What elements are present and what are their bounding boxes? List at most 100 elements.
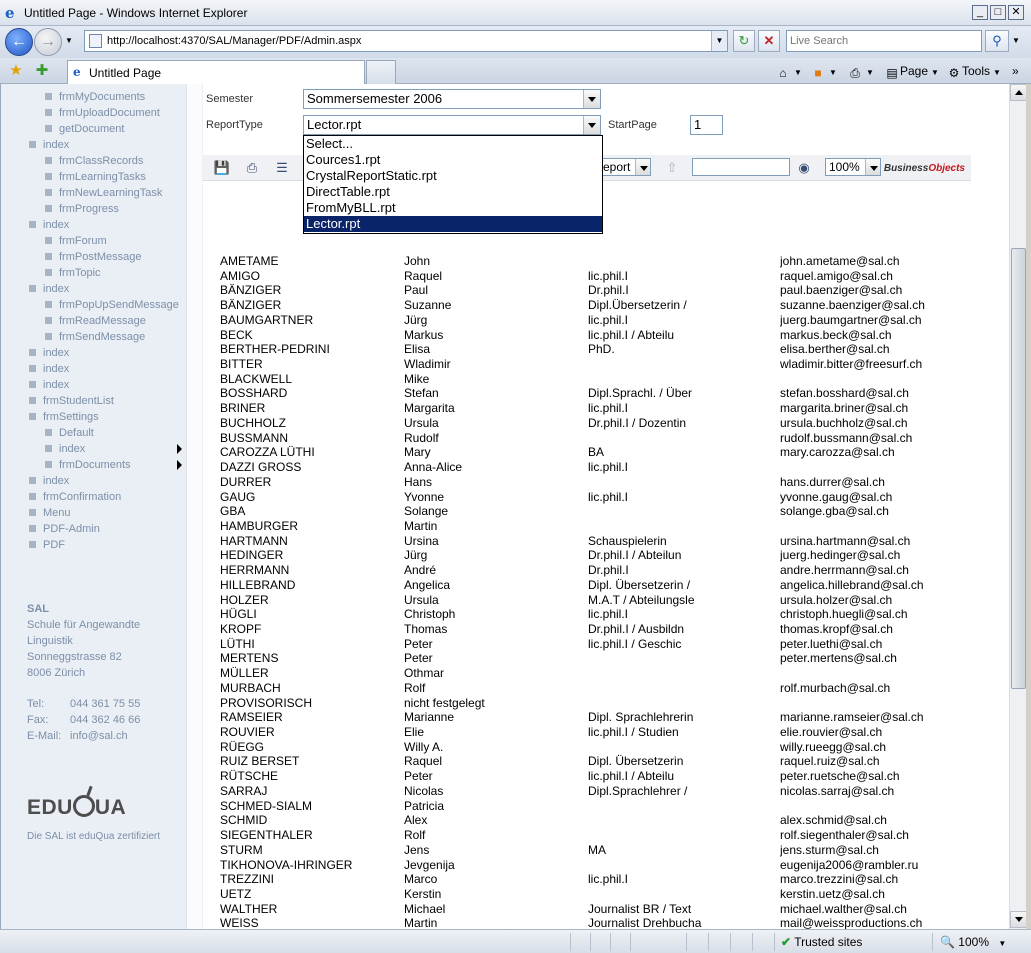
sidebar-item[interactable]: frmNewLearningTask [45,186,162,200]
search-input[interactable] [790,32,980,50]
sidebar-item-label: frmClassRecords [59,155,144,167]
chevron-down-icon[interactable] [583,90,600,108]
minimize-button[interactable]: _ [972,5,988,20]
scroll-up-icon[interactable] [1010,84,1027,101]
sidebar-item[interactable]: getDocument [45,122,124,136]
firstname-cell: Yvonne [404,489,445,504]
forward-button[interactable]: → [34,28,62,56]
logo-text-left: EDU [27,796,73,819]
submenu-arrow-icon[interactable] [177,444,182,454]
title-cell: Dr.phil.I / Ausbildn [588,622,685,636]
group-tree-icon[interactable]: ☰ [273,159,291,177]
reporttype-option[interactable]: Cources1.rpt [304,152,602,168]
email-cell: michael.walther@sal.ch [780,901,907,916]
firstname-cell: Martin [404,916,438,929]
sidebar-item[interactable]: index [29,362,69,376]
sidebar-item[interactable]: PDF-Admin [29,522,100,536]
zoom-control[interactable]: 🔍 100% ▼ [940,933,1006,953]
reporttype-option[interactable]: DirectTable.rpt [304,184,602,200]
group-select[interactable]: eport [599,158,651,176]
sidebar-item[interactable]: frmMyDocuments [45,90,145,104]
sidebar-item[interactable]: PDF [29,538,65,552]
tools-menu[interactable]: ⚙ Tools ▼ [946,62,1001,80]
binoculars-icon[interactable]: ◉ [795,159,813,177]
security-zone[interactable]: ✔ Trusted sites [781,933,862,951]
tab-untitled-page[interactable]: e Untitled Page [67,60,365,84]
sidebar-item[interactable]: frmTopic [45,266,101,280]
add-favorite-icon[interactable]: ✚ [32,61,52,81]
sidebar-item[interactable]: frmClassRecords [45,154,144,168]
back-button[interactable]: ← [5,28,33,56]
sidebar-item[interactable]: frmUploadDocument [45,106,160,120]
sidebar-item[interactable]: frmDocuments [45,458,131,472]
export-icon[interactable]: 💾 [213,159,231,177]
sidebar-item[interactable]: index [29,282,69,296]
sidebar-item[interactable]: frmStudentList [29,394,114,408]
stop-icon[interactable]: ✕ [758,30,780,52]
reporttype-option[interactable]: Lector.rpt [304,216,602,232]
maximize-button[interactable]: □ [990,5,1006,20]
reporttype-option[interactable]: Select... [304,136,602,152]
startpage-input[interactable]: 1 [690,115,723,135]
find-text-input[interactable] [692,158,790,176]
home-button[interactable]: ⌂ ▼ [775,62,802,80]
print-report-icon[interactable]: ⎙ [243,159,261,177]
close-button[interactable]: ✕ [1008,5,1024,20]
address-dropdown-icon[interactable]: ▼ [711,31,727,51]
address-url[interactable]: http://localhost:4370/SAL/Manager/PDF/Ad… [107,35,361,47]
scroll-thumb[interactable] [1011,248,1026,689]
chevron-down-icon[interactable] [583,116,600,134]
chevron-more-icon[interactable]: » [1012,62,1019,80]
report-row: STURM Jens MA jens.sturm@sal.ch [220,843,980,857]
sidebar-item[interactable]: frmProgress [45,202,119,216]
reporttype-option[interactable]: CrystalReportStatic.rpt [304,168,602,184]
search-options-icon[interactable]: ▼ [1012,36,1020,45]
zoom-select[interactable]: 100% [825,158,881,176]
firstname-cell: Marco [404,872,438,887]
sidebar-item[interactable]: frmSendMessage [45,330,145,344]
sidebar-item[interactable]: frmPostMessage [45,250,142,264]
email-value[interactable]: info@sal.ch [70,729,128,743]
sidebar-item[interactable]: Menu [29,506,71,520]
sidebar-item[interactable]: index [29,138,69,152]
sidebar-item[interactable]: Default [45,426,94,440]
zoom-dropdown-icon[interactable]: ▼ [998,939,1006,948]
sidebar-item[interactable]: index [29,474,69,488]
sidebar-item[interactable]: frmLearningTasks [45,170,146,184]
page-menu[interactable]: ▤ Page ▼ [884,62,939,80]
refresh-icon[interactable]: ↻ [733,30,755,52]
email-cell: stefan.bosshard@sal.ch [780,386,909,401]
sidebar-item[interactable]: frmSettings [29,410,99,424]
favorites-star-icon[interactable]: ★ [6,61,26,81]
print-button[interactable]: ⎙ ▼ [847,62,874,80]
sidebar-item[interactable]: index [29,218,69,232]
reporttype-select[interactable]: Lector.rpt [303,115,601,135]
sidebar-item[interactable]: frmForum [45,234,107,248]
report-row: LÜTHI Peter lic.phil.I / Geschic peter.luet… [220,637,980,651]
sidebar-item[interactable]: index [45,442,85,456]
status-pane [774,933,775,951]
sidebar-item[interactable]: index [29,378,69,392]
org-name-line2: Linguistik [27,635,73,647]
chevron-down-icon[interactable] [865,159,880,175]
sidebar-item[interactable]: frmReadMessage [45,314,146,328]
reporttype-option[interactable]: FromMyBLL.rpt [304,200,602,216]
recent-pages-dropdown-icon[interactable]: ▼ [65,36,73,45]
address-bar[interactable]: http://localhost:4370/SAL/Manager/PDF/Ad… [84,30,728,52]
sidebar-menu: frmMyDocuments frmUploadDocument getDocume… [1,84,187,929]
search-icon[interactable]: ⚲ [985,30,1009,52]
semester-select[interactable]: Sommersemester 2006 [303,89,601,109]
sidebar-item[interactable]: index [29,346,69,360]
new-tab-button[interactable] [366,60,396,84]
submenu-arrow-icon[interactable] [177,460,182,470]
vertical-scrollbar[interactable] [1009,84,1027,929]
scroll-down-icon[interactable] [1010,911,1027,928]
sidebar-item[interactable]: frmConfirmation [29,490,121,504]
feeds-button[interactable]: ■ ▼ [810,62,837,80]
search-box[interactable] [786,30,982,52]
sidebar-item[interactable]: frmPopUpSendMessage [45,298,179,312]
chevron-down-icon[interactable] [635,159,650,175]
firstname-cell: Jürg [404,548,428,563]
drill-up-icon[interactable]: ⇧ [663,159,681,177]
firstname-cell: Patricia [404,798,445,813]
